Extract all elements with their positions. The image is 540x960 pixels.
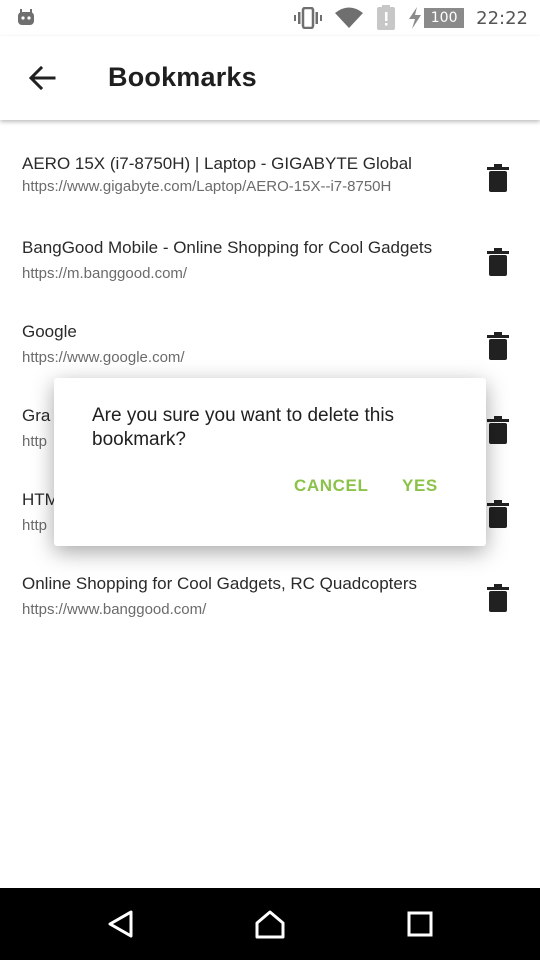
nav-recents-button[interactable] xyxy=(400,906,440,942)
back-triangle-icon xyxy=(108,910,133,938)
recents-icon xyxy=(407,911,433,937)
cancel-button[interactable]: CANCEL xyxy=(294,476,368,500)
navigation-bar xyxy=(0,888,540,960)
dialog-message: Are you sure you want to delete this boo… xyxy=(92,405,395,450)
nav-home-button[interactable] xyxy=(250,906,290,942)
nav-back-button[interactable] xyxy=(100,906,140,942)
delete-confirm-dialog: Are you sure you want to delete this boo… xyxy=(54,378,486,546)
home-icon xyxy=(255,910,285,939)
yes-button[interactable]: YES xyxy=(402,476,438,500)
